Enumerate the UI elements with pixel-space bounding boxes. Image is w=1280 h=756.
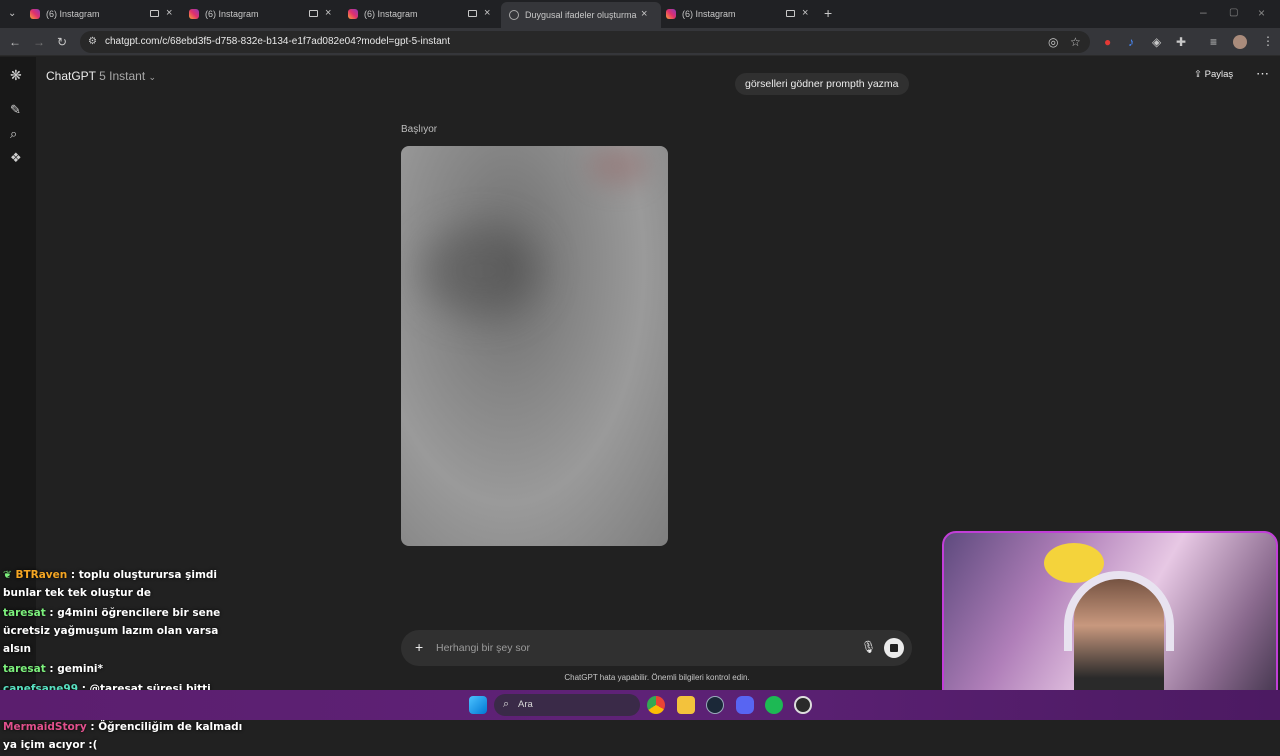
taskbar-search-label: Ara <box>518 699 533 710</box>
tab-title: (6) Instagram <box>682 9 736 19</box>
user-message-bubble: görselleri gödner prompth yazma <box>735 73 909 95</box>
chat-username: BTRaven <box>15 569 68 581</box>
maximize-icon[interactable]: ▢ <box>1229 7 1238 19</box>
extension-shield-icon[interactable]: ◈ <box>1152 36 1161 48</box>
microphone-icon[interactable]: 🎙︎ <box>861 640 876 654</box>
search-icon: ⌕ <box>503 698 510 710</box>
close-icon[interactable]: × <box>166 7 172 19</box>
media-icon[interactable] <box>309 10 318 17</box>
taskbar-search[interactable]: ⌕ Ara <box>494 694 640 716</box>
browser-tab-strip: ⌄ (6) Instagram × (6) Instagram × (6) In… <box>0 0 1280 28</box>
stream-chat-overlay: ❦ BTRaven : toplu oluşturursa şimdi bunl… <box>3 566 243 756</box>
extension-audio-icon[interactable]: ♪ <box>1128 36 1134 48</box>
eye-off-icon[interactable]: ◎ <box>1048 36 1058 48</box>
chatgpt-tab-icon <box>509 10 519 20</box>
chat-username: taresat <box>3 663 46 675</box>
discord-icon[interactable] <box>736 696 754 714</box>
chat-message: taresat : g4mini öğrencilere bir sene üc… <box>3 604 243 658</box>
minimize-icon[interactable]: – <box>1200 6 1207 18</box>
browser-toolbar: ← → ↻ ⚙ chatgpt.com/c/68ebd3f5-d758-832e… <box>0 28 1280 56</box>
model-selector[interactable]: ChatGPT 5 Instant ⌄ <box>46 69 156 83</box>
share-icon: ⇪ <box>1194 69 1202 80</box>
headset <box>1064 571 1174 651</box>
extensions-puzzle-icon[interactable]: ✚ <box>1176 36 1186 48</box>
reading-list-icon[interactable]: ≡ <box>1210 36 1217 48</box>
instagram-icon <box>348 9 358 19</box>
close-icon[interactable]: × <box>484 7 490 19</box>
generation-status: Başlıyor <box>401 124 438 135</box>
chatgpt-logo-icon[interactable]: ❋ <box>10 67 22 84</box>
tab-duygusal[interactable]: Duygusal ifadeler oluşturma × <box>501 2 661 28</box>
tab-instagram-3[interactable]: (6) Instagram × <box>348 4 498 24</box>
share-label: Paylaş <box>1204 69 1234 80</box>
chevron-down-icon: ⌄ <box>148 72 157 82</box>
search-icon[interactable]: ⌕ <box>10 126 17 142</box>
tab-title: Duygusal ifadeler oluşturma <box>525 10 637 20</box>
model-version: 5 Instant <box>99 69 146 83</box>
tab-instagram-2[interactable]: (6) Instagram × <box>189 4 339 24</box>
chat-message: MermaidStory : Öğrenciliğim de kalmadı y… <box>3 718 243 754</box>
extension-red-icon[interactable]: ● <box>1104 36 1111 48</box>
tab-title: (6) Instagram <box>46 9 100 19</box>
forward-icon[interactable]: → <box>33 36 45 48</box>
instagram-icon <box>30 9 40 19</box>
stop-generation-button[interactable] <box>884 638 904 658</box>
instagram-icon <box>189 9 199 19</box>
close-icon[interactable]: × <box>325 7 331 19</box>
close-icon[interactable]: × <box>641 8 647 20</box>
add-attachment-icon[interactable]: + <box>415 639 423 655</box>
file-explorer-icon[interactable] <box>677 696 695 714</box>
url-text: chatgpt.com/c/68ebd3f5-d758-832e-b134-e1… <box>105 36 450 47</box>
composer: + 🎙︎ <box>401 630 912 666</box>
spotify-icon[interactable] <box>765 696 783 714</box>
obs-icon[interactable] <box>794 696 812 714</box>
steam-icon[interactable] <box>706 696 724 714</box>
chat-username: MermaidStory <box>3 721 87 733</box>
chat-username: taresat <box>3 607 46 619</box>
windows-start-icon[interactable] <box>469 696 487 714</box>
media-icon[interactable] <box>150 10 159 17</box>
more-options-icon[interactable]: ⋯ <box>1256 66 1269 82</box>
chrome-icon[interactable] <box>647 696 665 714</box>
taskbar: ⌕ Ara <box>0 690 1280 720</box>
media-icon[interactable] <box>786 10 795 17</box>
library-icon[interactable]: ❖ <box>10 150 22 166</box>
chat-message: ❦ BTRaven : toplu oluşturursa şimdi bunl… <box>3 566 243 602</box>
share-button[interactable]: ⇪ Paylaş <box>1194 69 1233 80</box>
chat-message: taresat : gemini* <box>3 660 243 678</box>
bookmark-star-icon[interactable]: ☆ <box>1070 36 1081 48</box>
chat-text: : gemini* <box>49 663 104 675</box>
tab-instagram-4[interactable]: (6) Instagram × <box>666 4 816 24</box>
close-icon[interactable]: × <box>802 7 808 19</box>
stop-icon <box>890 644 898 652</box>
prompt-input[interactable] <box>436 636 836 660</box>
new-tab-icon[interactable]: + <box>824 6 832 20</box>
site-info-icon[interactable]: ⚙ <box>88 36 97 48</box>
reload-icon[interactable]: ↻ <box>57 36 67 48</box>
instagram-icon <box>666 9 676 19</box>
address-bar[interactable]: ⚙ chatgpt.com/c/68ebd3f5-d758-832e-b134-… <box>80 31 1090 53</box>
tab-title: (6) Instagram <box>364 9 418 19</box>
profile-avatar[interactable] <box>1233 35 1247 49</box>
model-name: ChatGPT <box>46 69 96 83</box>
tab-search-chevron-icon[interactable]: ⌄ <box>8 8 16 20</box>
tab-title: (6) Instagram <box>205 9 259 19</box>
tab-instagram-1[interactable]: (6) Instagram × <box>30 4 180 24</box>
generating-image-placeholder <box>401 146 668 546</box>
badge-icon: ❦ <box>3 569 16 581</box>
new-chat-icon[interactable]: ✎ <box>10 102 21 118</box>
window-close-icon[interactable]: × <box>1258 7 1265 19</box>
back-icon[interactable]: ← <box>9 36 21 48</box>
browser-menu-icon[interactable]: ⋮ <box>1262 35 1274 47</box>
media-icon[interactable] <box>468 10 477 17</box>
